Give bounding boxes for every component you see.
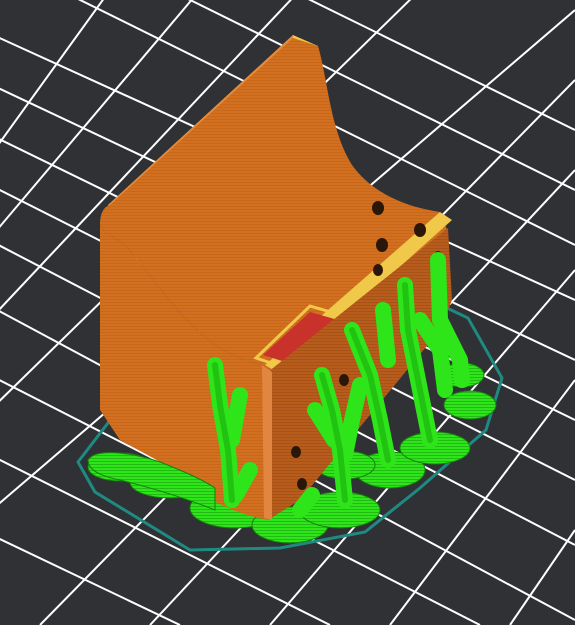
3d-viewport[interactable]: [0, 0, 575, 625]
grid-line: [308, 0, 575, 131]
sliced-print-preview: [0, 0, 575, 625]
grid-line: [509, 529, 575, 625]
grid-line: [0, 0, 105, 145]
